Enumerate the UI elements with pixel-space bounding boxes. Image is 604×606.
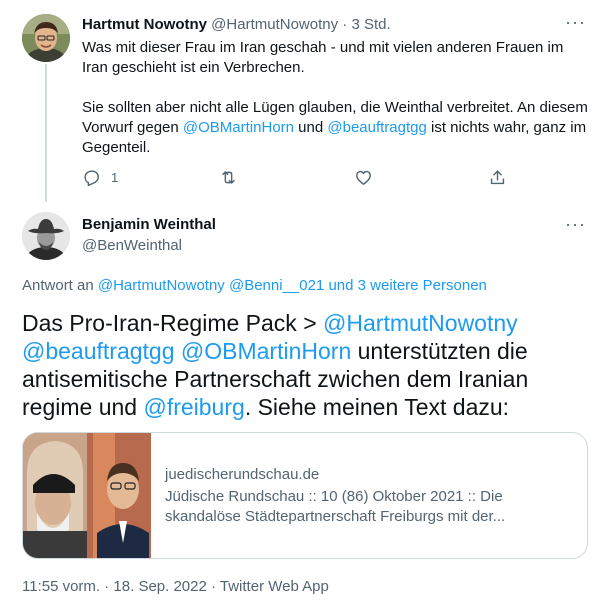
avatar-photo bbox=[22, 14, 70, 62]
avatar-photo bbox=[22, 212, 70, 260]
text-segment: und bbox=[294, 119, 328, 136]
text-segment: Das Pro-Iran-Regime Pack > bbox=[22, 310, 324, 336]
mention-hartmutnowotny[interactable]: @HartmutNowotny bbox=[323, 310, 518, 336]
more-options-icon[interactable]: ··· bbox=[565, 214, 586, 235]
link-preview-card[interactable]: juedischerundschau.de Jüdische Rundschau… bbox=[22, 432, 588, 559]
like-icon bbox=[356, 170, 371, 185]
reply-prefix: Antwort an bbox=[22, 277, 98, 294]
retweet-button[interactable] bbox=[219, 168, 238, 187]
reply-context: Antwort an @HartmutNowotny @Benni__021 u… bbox=[22, 277, 487, 294]
card-thumbnail bbox=[23, 433, 151, 558]
mention-freiburg[interactable]: @freiburg bbox=[143, 394, 244, 420]
thread-connector-line bbox=[45, 64, 47, 202]
author-name[interactable]: Hartmut Nowotny bbox=[82, 16, 207, 33]
share-button[interactable] bbox=[488, 168, 507, 187]
card-body: juedischerundschau.de Jüdische Rundschau… bbox=[151, 433, 587, 558]
reply-targets-link[interactable]: @HartmutNowotny @Benni__021 und 3 weiter… bbox=[98, 277, 487, 294]
reply-count: 1 bbox=[111, 170, 119, 185]
separator: · bbox=[342, 16, 348, 33]
retweet-icon bbox=[222, 171, 235, 184]
text-segment: . Siehe meinen Text dazu: bbox=[244, 394, 510, 420]
card-title: Jüdische Rundschau :: 10 (86) Oktober 20… bbox=[165, 487, 506, 525]
mention-beauftragtgg[interactable]: @beauftragtgg bbox=[327, 119, 426, 136]
main-tweet-text: Das Pro-Iran-Regime Pack > @HartmutNowot… bbox=[22, 309, 594, 421]
author-handle[interactable]: @BenWeinthal bbox=[82, 237, 182, 254]
reply-tweet-text: Was mit dieser Frau im Iran geschah - un… bbox=[82, 38, 592, 158]
reply-button[interactable]: 1 bbox=[82, 168, 118, 187]
mention-beauftragtgg[interactable]: @beauftragtgg bbox=[22, 338, 175, 364]
author-handle[interactable]: @HartmutNowotny bbox=[211, 16, 338, 33]
paragraph-1: Was mit dieser Frau im Iran geschah - un… bbox=[82, 39, 564, 76]
avatar-benjamin-weinthal[interactable] bbox=[22, 212, 70, 260]
card-domain: juedischerundschau.de bbox=[165, 465, 320, 483]
card-thumbnail-image bbox=[23, 433, 151, 558]
mention-obmartinhorn[interactable]: @OBMartinHorn bbox=[181, 338, 351, 364]
tweet-actions: 1 bbox=[82, 168, 512, 192]
reply-tweet-header: Hartmut Nowotny @HartmutNowotny · 3 Std. bbox=[82, 16, 391, 33]
author-name[interactable]: Benjamin Weinthal bbox=[82, 216, 216, 233]
more-options-icon[interactable]: ··· bbox=[565, 12, 586, 33]
like-button[interactable] bbox=[354, 168, 373, 187]
mention-obmartinhorn[interactable]: @OBMartinHorn bbox=[183, 119, 294, 136]
share-icon bbox=[490, 170, 505, 185]
tweet-timestamp[interactable]: 11:55 vorm. · 18. Sep. 2022 · Twitter We… bbox=[22, 578, 329, 595]
tweet-time[interactable]: 3 Std. bbox=[351, 16, 390, 33]
avatar-hartmut-nowotny[interactable] bbox=[22, 14, 70, 62]
reply-icon bbox=[84, 170, 99, 187]
paragraph-2: Sie sollten aber nicht alle Lügen glaube… bbox=[82, 98, 592, 158]
